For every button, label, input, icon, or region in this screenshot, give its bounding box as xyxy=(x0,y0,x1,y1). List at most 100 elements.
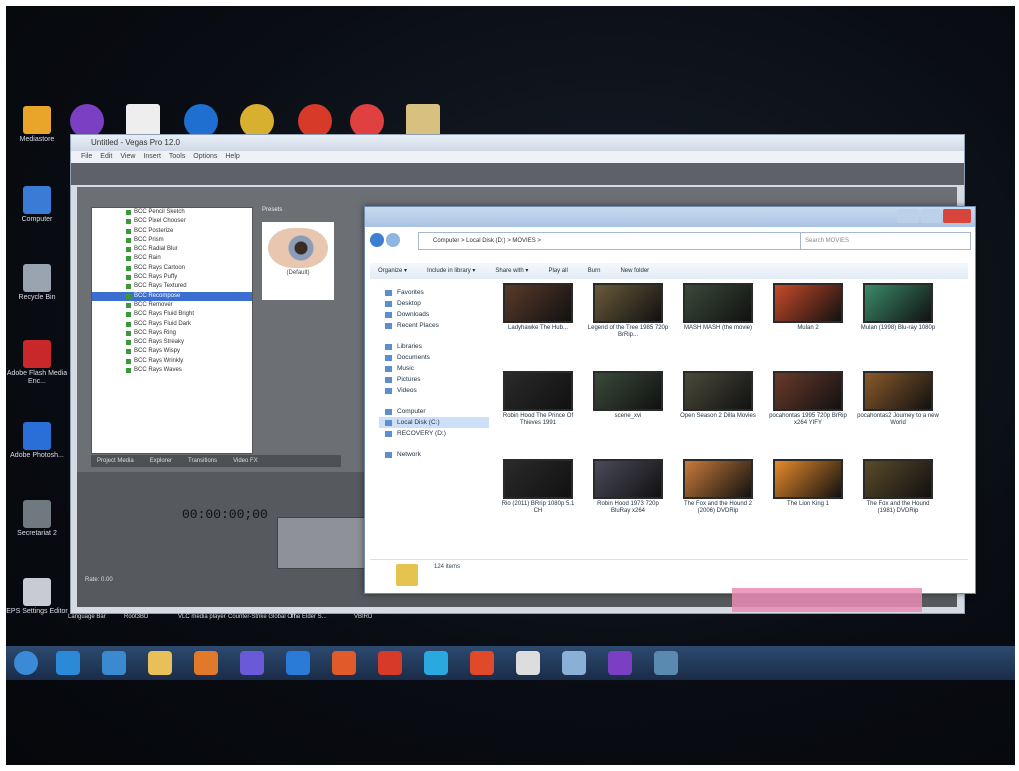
menu-item[interactable]: Edit xyxy=(100,153,112,160)
start-button[interactable] xyxy=(14,651,38,675)
nav-item[interactable]: RECOVERY (D:) xyxy=(379,428,489,439)
taskbar-app-icon[interactable] xyxy=(286,651,310,675)
preset-thumbnail[interactable]: (Default) xyxy=(262,222,334,300)
fx-list-item[interactable]: BCC Rays Wrinkly xyxy=(92,357,252,366)
forward-icon[interactable] xyxy=(386,233,400,247)
tab[interactable]: Transitions xyxy=(188,458,217,464)
menu-item[interactable]: View xyxy=(120,153,135,160)
fx-list-item[interactable]: BCC Radial Blur xyxy=(92,245,252,254)
explorer-window[interactable]: Computer > Local Disk (D:) > MOVIES > Se… xyxy=(364,206,976,594)
maximize-button[interactable] xyxy=(921,209,941,223)
file-item[interactable]: The Fox and the Hound 2 (2006) DVDRip xyxy=(677,459,759,545)
menu-item[interactable]: Insert xyxy=(143,153,161,160)
desktop-icon[interactable]: Mediastore xyxy=(6,106,68,144)
file-item[interactable]: Rio (2011) BRrip 1080p 5.1 CH xyxy=(497,459,579,545)
file-item[interactable]: Robin Hood 1973 720p BluRay x264 xyxy=(587,459,669,545)
taskbar-app-icon[interactable] xyxy=(516,651,540,675)
nav-item[interactable]: Local Disk (C:) xyxy=(379,417,489,428)
app-icon[interactable] xyxy=(240,104,274,138)
nav-item[interactable]: Videos xyxy=(379,385,489,396)
track-area[interactable] xyxy=(277,517,369,569)
file-item[interactable]: Legend of the Tree 1985 720p BrRip... xyxy=(587,283,669,369)
taskbar-app-icon[interactable] xyxy=(562,651,586,675)
desktop-icon[interactable]: Computer xyxy=(6,186,68,224)
nav-item[interactable]: Pictures xyxy=(379,374,489,385)
command-button[interactable]: Play all xyxy=(548,268,567,274)
file-item[interactable]: scene_xvi xyxy=(587,371,669,457)
menu-item[interactable]: Options xyxy=(193,153,217,160)
tab[interactable]: Explorer xyxy=(150,458,172,464)
file-item[interactable]: pocahontas 1995 720p BrRip x264 YIFY xyxy=(767,371,849,457)
file-item[interactable]: Mulan (1998) Blu-ray 1080p xyxy=(857,283,939,369)
fx-list-item[interactable]: BCC Rays Fluid Dark xyxy=(92,320,252,329)
fx-list-item[interactable]: BCC Rays Waves xyxy=(92,366,252,375)
taskbar-app-icon[interactable] xyxy=(102,651,126,675)
menu-item[interactable]: File xyxy=(81,153,92,160)
taskbar-app-icon[interactable] xyxy=(608,651,632,675)
nav-item[interactable]: Documents xyxy=(379,352,489,363)
taskbar-app-icon[interactable] xyxy=(470,651,494,675)
command-button[interactable]: Organize ▾ xyxy=(378,268,407,274)
file-item[interactable]: Open Season 2 Dilla Movies xyxy=(677,371,759,457)
fx-list-item[interactable]: BCC Rays Cartoon xyxy=(92,264,252,273)
tab[interactable]: Project Media xyxy=(97,458,134,464)
search-input[interactable]: Search MOVIES xyxy=(800,232,971,250)
taskbar-app-icon[interactable] xyxy=(240,651,264,675)
taskbar-app-icon[interactable] xyxy=(332,651,356,675)
fx-list-item[interactable]: BCC Rays Wispy xyxy=(92,347,252,356)
command-button[interactable]: New folder xyxy=(620,268,649,274)
desktop-icon[interactable]: Secretariat 2 xyxy=(6,500,68,538)
file-item[interactable]: The Fox and the Hound (1981) DVDRip xyxy=(857,459,939,545)
nav-item[interactable]: Computer xyxy=(379,406,489,417)
desktop-icon[interactable]: EPS Settings Editor xyxy=(6,578,68,616)
document-icon[interactable] xyxy=(126,104,160,138)
fx-list-item[interactable]: BCC Pixel Chooser xyxy=(92,217,252,226)
taskbar-app-icon[interactable] xyxy=(424,651,448,675)
back-icon[interactable] xyxy=(370,233,384,247)
nav-item[interactable]: Favorites xyxy=(379,287,489,298)
chrome-icon[interactable] xyxy=(298,104,332,138)
desktop-icon[interactable]: Recycle Bin xyxy=(6,264,68,302)
fx-list-item[interactable]: BCC Rays Puffy xyxy=(92,273,252,282)
taskbar-app-icon[interactable] xyxy=(56,651,80,675)
fx-list-item[interactable]: BCC Rays Streaky xyxy=(92,338,252,347)
nav-item[interactable]: Libraries xyxy=(379,341,489,352)
vegas-toolbar[interactable] xyxy=(71,163,964,185)
command-button[interactable]: Burn xyxy=(588,268,601,274)
menu-item[interactable]: Help xyxy=(225,153,239,160)
browser-icon[interactable] xyxy=(184,104,218,138)
fx-list-item[interactable]: BCC Rays Textured xyxy=(92,282,252,291)
desktop-icon[interactable]: Adobe Photosh... xyxy=(6,422,68,460)
taskbar-app-icon[interactable] xyxy=(378,651,402,675)
window-tabs[interactable]: Project Media Explorer Transitions Video FX xyxy=(91,455,341,467)
nav-item[interactable]: Network xyxy=(379,449,489,460)
nav-item[interactable]: Recent Places xyxy=(379,320,489,331)
minimize-button[interactable] xyxy=(897,209,919,223)
fx-list-item[interactable]: BCC Pencil Sketch xyxy=(92,208,252,217)
fx-list-item[interactable]: BCC Remover xyxy=(92,301,252,310)
media-icon[interactable] xyxy=(70,104,104,138)
fx-list[interactable]: BCC Pencil Sketch BCC Pixel Chooser BCC Po… xyxy=(91,207,253,454)
file-item[interactable]: The Lion King 1 xyxy=(767,459,849,545)
close-button[interactable] xyxy=(943,209,971,223)
flash-icon[interactable] xyxy=(350,104,384,138)
nav-item[interactable]: Desktop xyxy=(379,298,489,309)
taskbar-app-icon[interactable] xyxy=(194,651,218,675)
fx-list-item[interactable]: BCC Rain xyxy=(92,254,252,263)
nav-item[interactable]: Downloads xyxy=(379,309,489,320)
file-item[interactable]: Robin Hood The Prince Of Thieves 1991 xyxy=(497,371,579,457)
taskbar-app-icon[interactable] xyxy=(148,651,172,675)
address-bar[interactable]: Computer > Local Disk (D:) > MOVIES > xyxy=(418,232,832,250)
archive-icon[interactable] xyxy=(406,104,440,138)
desktop-icon[interactable]: Adobe Flash Media Enc... xyxy=(6,340,68,386)
menu-item[interactable]: Tools xyxy=(169,153,185,160)
file-item[interactable]: Mulan 2 xyxy=(767,283,849,369)
command-button[interactable]: Share with ▾ xyxy=(495,268,528,274)
file-item[interactable]: Ladyhawke The Hub... xyxy=(497,283,579,369)
file-item[interactable]: MASH MASH (the movie) xyxy=(677,283,759,369)
fx-list-item[interactable]: BCC Posterize xyxy=(92,227,252,236)
fx-list-item[interactable]: BCC Recompose xyxy=(92,291,252,301)
file-item[interactable]: pocahontas2 Journey to a new World xyxy=(857,371,939,457)
fx-list-item[interactable]: BCC Rays Fluid Bright xyxy=(92,310,252,319)
command-button[interactable]: Include in library ▾ xyxy=(427,268,475,274)
